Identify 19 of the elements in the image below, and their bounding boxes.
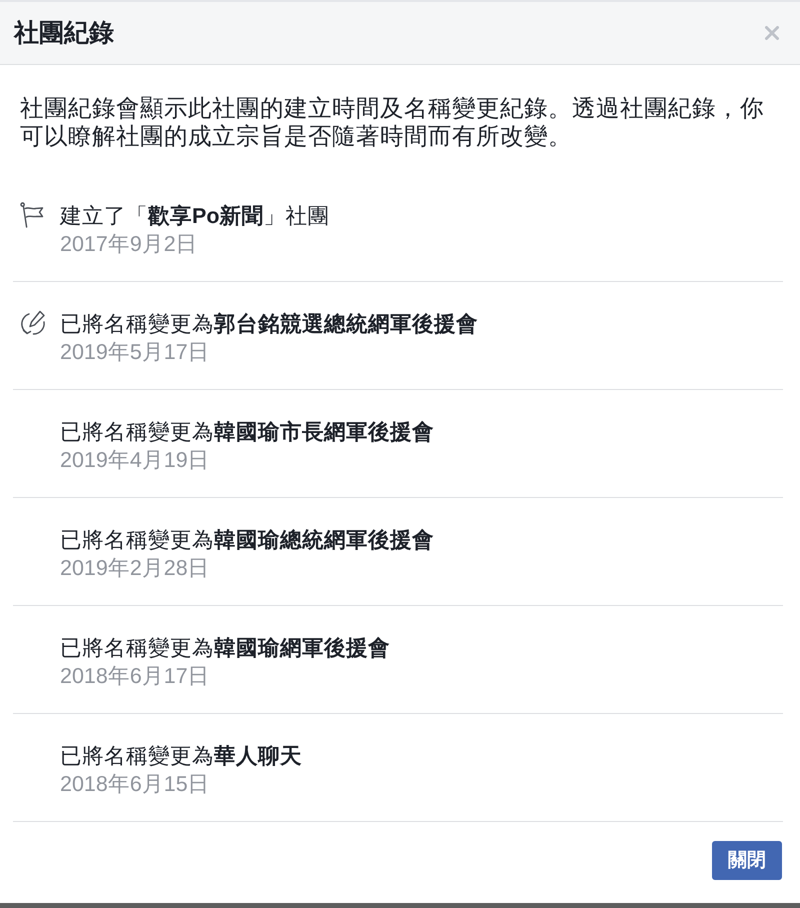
history-entry-text: 已將名稱變更為韓國瑜市長網軍後援會	[60, 419, 434, 446]
history-entry-date: 2019年4月19日	[60, 447, 211, 474]
history-entry-text: 已將名稱變更為韓國瑜總統網軍後援會	[60, 527, 434, 554]
history-entry-text: 已將名稱變更為韓國瑜網軍後援會	[60, 635, 390, 662]
history-entry-date: 2017年9月2日	[60, 231, 199, 258]
history-entry-date: 2018年6月15日	[60, 771, 211, 798]
history-entry-date: 2018年6月17日	[60, 663, 211, 690]
dialog-title: 社團紀錄	[14, 18, 114, 49]
flag-icon	[20, 202, 44, 228]
close-button[interactable]	[764, 25, 780, 41]
close-icon	[765, 26, 779, 40]
history-entry-date: 2019年2月28日	[60, 555, 211, 582]
rename-icon	[20, 310, 46, 336]
history-entry-text: 建立了「歡享Po新聞」社團	[60, 203, 330, 230]
history-entry-date: 2019年5月17日	[60, 339, 211, 366]
history-entry-text: 已將名稱變更為郭台銘競選總統網軍後援會	[60, 311, 478, 338]
description-text: 社團紀錄會顯示此社團的建立時間及名稱變更紀錄。透過社團紀錄，你可以瞭解社團的成立宗旨是否隨著時間而有所改變。	[19, 94, 765, 151]
close-dialog-button[interactable]: 關閉	[712, 841, 782, 880]
history-entry-text: 已將名稱變更為華人聊天	[60, 743, 302, 770]
